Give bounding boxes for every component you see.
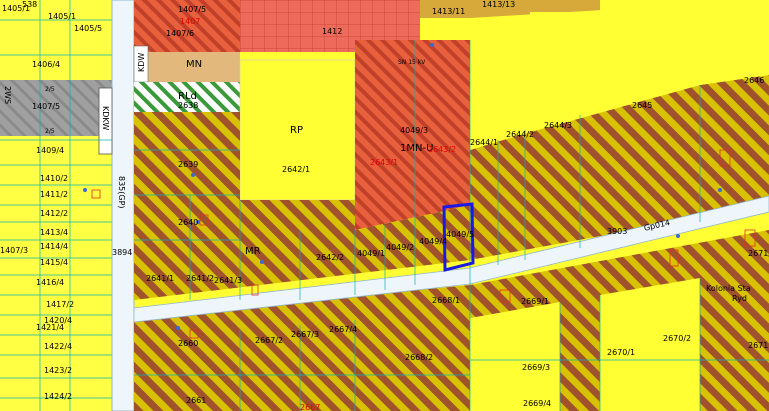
zone-label: KDW [137,52,146,72]
parcel-label: 2642/1 [282,165,311,174]
parcel-label: 2639 [178,160,199,169]
parcel-label: 2641/3 [214,276,243,285]
parcel-label: 2642/2 [316,253,345,262]
parcel-label: 1405/1 [2,4,31,13]
parcel-label: 1407/5 [178,5,207,14]
parcel-label: 2667 [300,403,321,411]
parcel-label: 2661 [186,396,207,405]
parcel-label: 1413/4 [40,228,69,237]
parcel-label: 1422/4 [44,342,73,351]
parcel-label: 4049/2 [386,243,415,252]
place-label: Ryd [732,294,747,303]
parcel-label: 2670/2 [663,334,692,343]
parcel-label: 1421/4 [36,323,65,332]
road-label: 835(GP) [117,176,126,209]
parcel-label: 4049/3 [400,126,429,135]
parcel-label: 2671 [748,341,769,350]
parcel-label: 2646 [744,76,765,85]
parcel-label: 2638 [178,101,199,110]
parcel-label: 1410/2 [40,174,69,183]
parcel-label: 2643/1 [370,158,399,167]
parcel-label: 2670/1 [607,348,636,357]
infrastructure-label: SN 15 kV [398,59,426,66]
parcel-label: 2640 [178,218,199,227]
zone-label: 2WS [3,86,12,105]
parcel-label: 1414/4 [40,242,69,251]
parcel-label: 2641/1 [146,274,175,283]
parcel-label: 2641/2 [186,274,215,283]
zoning-map[interactable]: 538 1405/1 1405/1 1405/5 1406/4 2WS 1407… [0,0,769,411]
map-graphics [0,0,769,411]
parcel-label: 2644/1 [470,138,499,147]
zone-yellow-mid-low [470,302,560,411]
place-label: Kolonia Sta [706,284,751,293]
parcel-label: 1407/5 [32,102,61,111]
parcel-label: 2/5 [45,86,55,93]
parcel-label: 1407/6 [166,29,195,38]
parcel-label: 2645 [632,101,653,110]
parcel-label: 1417/2 [46,300,75,309]
parcel-label: 2/5 [45,128,55,135]
parcel-label: 1416/4 [36,278,65,287]
parcel-label: 1423/2 [44,366,73,375]
parcel-label: 2669/1 [521,297,550,306]
parcel-label: 2668/1 [432,296,461,305]
zone-yellow-right-low [600,278,700,411]
parcel-label: 1424/2 [44,392,73,401]
parcel-label: 2643/2 [428,145,457,154]
parcel-label: 1413/11 [432,7,466,16]
zone-label: MR [245,246,261,257]
parcel-label: 2669/3 [522,363,551,372]
parcel-label: 1407/3 [0,246,29,255]
parcel-label: 2644/2 [506,130,535,139]
parcel-label: 3894 [112,248,133,257]
parcel-label: 3903 [607,227,628,236]
parcel-label: 2667/2 [255,336,284,345]
parcel-label: 4049/4 [419,237,448,246]
parcel-label: 2667/3 [291,330,320,339]
parcel-label: 1411/2 [40,190,69,199]
parcel-label: 2667/4 [329,325,358,334]
parcel-label: 2660 [178,339,199,348]
parcel-label: 1405/5 [74,24,103,33]
parcel-label: 1406/4 [32,60,61,69]
parcel-label: 2671/1 [748,249,769,258]
zone-label: KDKW [101,106,110,131]
zone-1413-13 [530,0,600,12]
parcel-label: 1409/4 [36,146,65,155]
parcel-label: 4049/1 [357,249,386,258]
zone-1mn-u [355,40,470,230]
parcel-label: 1412/2 [40,209,69,218]
zone-label: MN [186,59,203,70]
parcel-label: 1405/1 [48,12,77,21]
parcel-label: 1415/4 [40,258,69,267]
parcel-label: 1413/13 [482,0,516,9]
parcel-label: 2644/3 [544,121,573,130]
parcel-label: 2668/2 [405,353,434,362]
parcel-label: 1412 [322,27,343,36]
parcel-label: 4049/5 [446,230,475,239]
zone-label: RP [290,125,303,136]
parcel-label: 2669/4 [523,399,552,408]
parcel-label: 1407 [180,17,201,26]
